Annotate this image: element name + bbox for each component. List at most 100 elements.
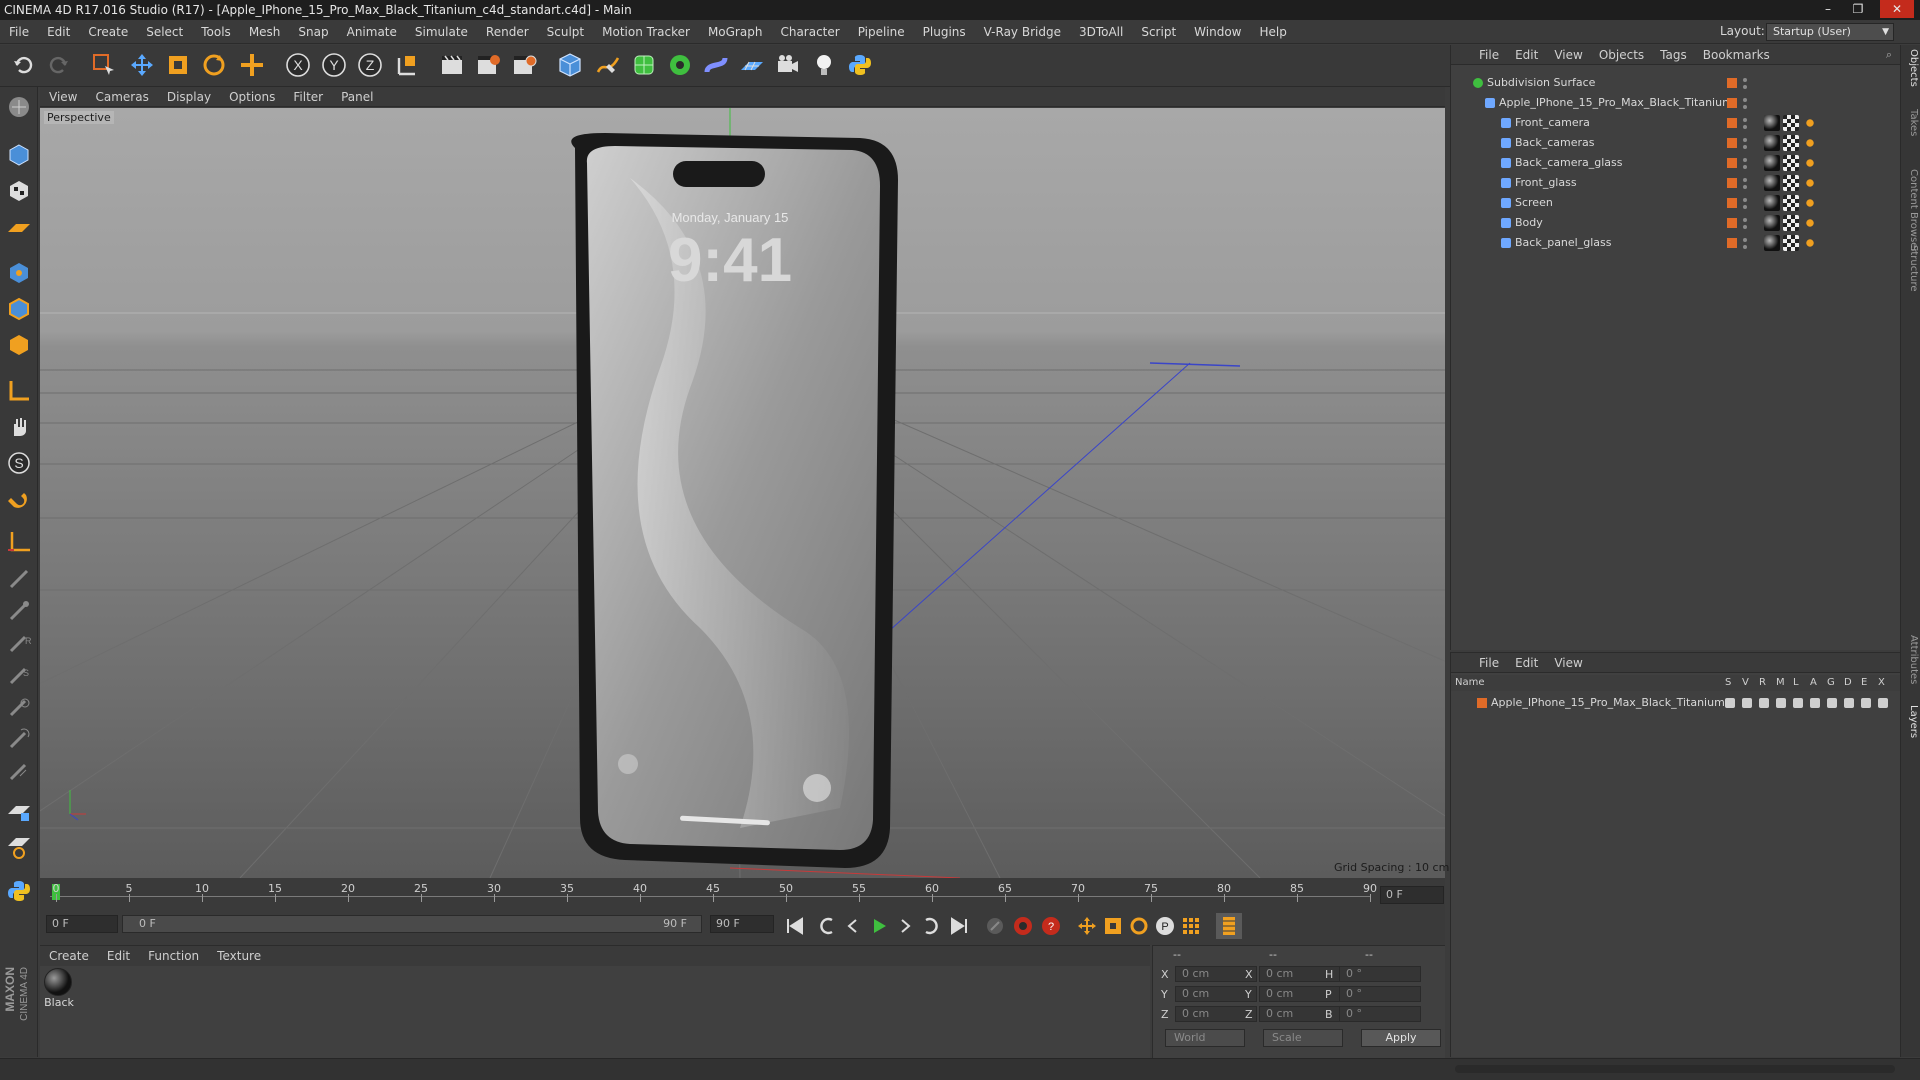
points-mode-button[interactable] — [3, 257, 35, 289]
object-row-child[interactable]: Screen — [1451, 193, 1901, 213]
key-scale-button[interactable] — [1100, 913, 1126, 939]
menu-help[interactable]: Help — [1250, 25, 1295, 39]
polygons-mode-button[interactable] — [3, 329, 35, 361]
editor-visibility-dot[interactable] — [1743, 158, 1747, 162]
layer-toggle-icon[interactable] — [1725, 698, 1735, 708]
phong-tag-icon[interactable] — [1802, 115, 1818, 131]
object-menu-tags[interactable]: Tags — [1652, 48, 1695, 62]
make-editable-button[interactable] — [3, 91, 35, 123]
menu-simulate[interactable]: Simulate — [406, 25, 477, 39]
phong-tag-icon[interactable] — [1802, 235, 1818, 251]
move-tool-button[interactable] — [126, 49, 158, 81]
viewport-menu-panel[interactable]: Panel — [332, 90, 382, 104]
layer-menu-edit[interactable]: Edit — [1507, 656, 1546, 670]
knife-tool-button[interactable] — [3, 563, 35, 595]
texture-tag-icon[interactable] — [1783, 155, 1799, 171]
menu-file[interactable]: File — [0, 25, 38, 39]
scale-brush-button[interactable]: S — [3, 659, 35, 691]
horizontal-scrollbar[interactable] — [1455, 1065, 1895, 1073]
texture-mode-button[interactable] — [3, 175, 35, 207]
magnet-brush-button[interactable] — [3, 723, 35, 755]
range-slider[interactable]: 0 F 90 F — [122, 915, 702, 933]
object-row-root[interactable]: Subdivision Surface — [1451, 73, 1901, 93]
menu-script[interactable]: Script — [1132, 25, 1185, 39]
coordinate-system-button[interactable] — [392, 49, 424, 81]
menu-pipeline[interactable]: Pipeline — [849, 25, 914, 39]
render-picture-viewer-button[interactable] — [472, 49, 504, 81]
material-menu-edit[interactable]: Edit — [98, 949, 139, 963]
texture-tag-icon[interactable] — [1783, 195, 1799, 211]
menu-mesh[interactable]: Mesh — [240, 25, 290, 39]
editor-visibility-dot[interactable] — [1743, 218, 1747, 222]
material-tag-icon[interactable] — [1764, 135, 1780, 151]
side-tab-takes[interactable]: Takes — [1903, 109, 1919, 136]
viewport-menu-cameras[interactable]: Cameras — [86, 90, 157, 104]
record-keys-button[interactable] — [982, 913, 1008, 939]
menu-sculpt[interactable]: Sculpt — [538, 25, 593, 39]
phong-tag-icon[interactable] — [1802, 215, 1818, 231]
object-menu-view[interactable]: View — [1546, 48, 1590, 62]
play-button[interactable] — [866, 913, 892, 939]
viewport-menu-options[interactable]: Options — [220, 90, 284, 104]
render-visibility-dot[interactable] — [1743, 125, 1747, 129]
previous-frame-button[interactable] — [840, 913, 866, 939]
render-visibility-dot[interactable] — [1743, 245, 1747, 249]
menu-v-ray-bridge[interactable]: V-Ray Bridge — [975, 25, 1070, 39]
tweak-mode-button[interactable] — [3, 411, 35, 443]
close-button[interactable]: ✕ — [1880, 0, 1914, 18]
layer-toggle-icon[interactable] — [1776, 698, 1786, 708]
material-tag-icon[interactable] — [1764, 235, 1780, 251]
layer-row[interactable]: Apple_IPhone_15_Pro_Max_Black_Titanium — [1451, 693, 1901, 713]
python-console-button[interactable] — [3, 875, 35, 907]
timeline-ruler[interactable]: 0 5 10 15 20 25 30 35 40 45 50 55 60 65 70 75 80 85 90 — [50, 880, 1377, 902]
material-tag-icon[interactable] — [1764, 155, 1780, 171]
workplane-axis-button[interactable] — [3, 527, 35, 559]
menu-mograph[interactable]: MoGraph — [699, 25, 772, 39]
layer-toggle-icon[interactable] — [1844, 698, 1854, 708]
editor-visibility-dot[interactable] — [1743, 198, 1747, 202]
phong-tag-icon[interactable] — [1802, 175, 1818, 191]
cube-object-button[interactable] — [554, 49, 586, 81]
axis-mode-button[interactable] — [3, 375, 35, 407]
iphone-model[interactable]: 9:41 Monday, January 15 — [571, 133, 898, 868]
phong-tag-icon[interactable] — [1802, 195, 1818, 211]
object-row-child[interactable]: Back_panel_glass — [1451, 233, 1901, 253]
editor-visibility-dot[interactable] — [1743, 98, 1747, 102]
previous-key-button[interactable] — [814, 913, 840, 939]
menu-create[interactable]: Create — [79, 25, 137, 39]
workplane-mode-button[interactable] — [3, 211, 35, 243]
texture-tag-icon[interactable] — [1783, 115, 1799, 131]
material-black[interactable]: Black — [44, 968, 74, 1009]
editor-visibility-dot[interactable] — [1743, 78, 1747, 82]
side-tab-attributes[interactable]: Attributes — [1903, 635, 1919, 684]
texture-tag-icon[interactable] — [1783, 215, 1799, 231]
viewport-menu-display[interactable]: Display — [158, 90, 220, 104]
autokey-button[interactable] — [1010, 913, 1036, 939]
material-menu-texture[interactable]: Texture — [208, 949, 270, 963]
menu-tools[interactable]: Tools — [192, 25, 240, 39]
object-row-child[interactable]: Back_camera_glass — [1451, 153, 1901, 173]
key-rotation-button[interactable] — [1126, 913, 1152, 939]
cloner-button[interactable] — [664, 49, 696, 81]
edges-mode-button[interactable] — [3, 293, 35, 325]
layer-toggle-icon[interactable] — [1878, 698, 1888, 708]
object-row-child[interactable]: Front_camera — [1451, 113, 1901, 133]
coord-mode-dropdown[interactable]: World — [1165, 1029, 1245, 1047]
texture-tag-icon[interactable] — [1783, 135, 1799, 151]
render-visibility-dot[interactable] — [1743, 205, 1747, 209]
phong-tag-icon[interactable] — [1802, 135, 1818, 151]
maximize-button[interactable]: ❐ — [1845, 0, 1871, 18]
smooth-brush-button[interactable] — [3, 755, 35, 787]
deformer-button[interactable] — [700, 49, 732, 81]
editor-visibility-dot[interactable] — [1743, 118, 1747, 122]
menu-render[interactable]: Render — [477, 25, 538, 39]
render-view-button[interactable] — [436, 49, 468, 81]
twist-tool-button[interactable] — [3, 691, 35, 723]
viewport-menu-view[interactable]: View — [40, 90, 86, 104]
apply-button[interactable]: Apply — [1361, 1029, 1441, 1047]
object-row-child[interactable]: Front_glass — [1451, 173, 1901, 193]
render-visibility-dot[interactable] — [1743, 105, 1747, 109]
start-frame-field[interactable]: 0 F — [46, 915, 118, 933]
menu-select[interactable]: Select — [137, 25, 192, 39]
material-menu-function[interactable]: Function — [139, 949, 208, 963]
